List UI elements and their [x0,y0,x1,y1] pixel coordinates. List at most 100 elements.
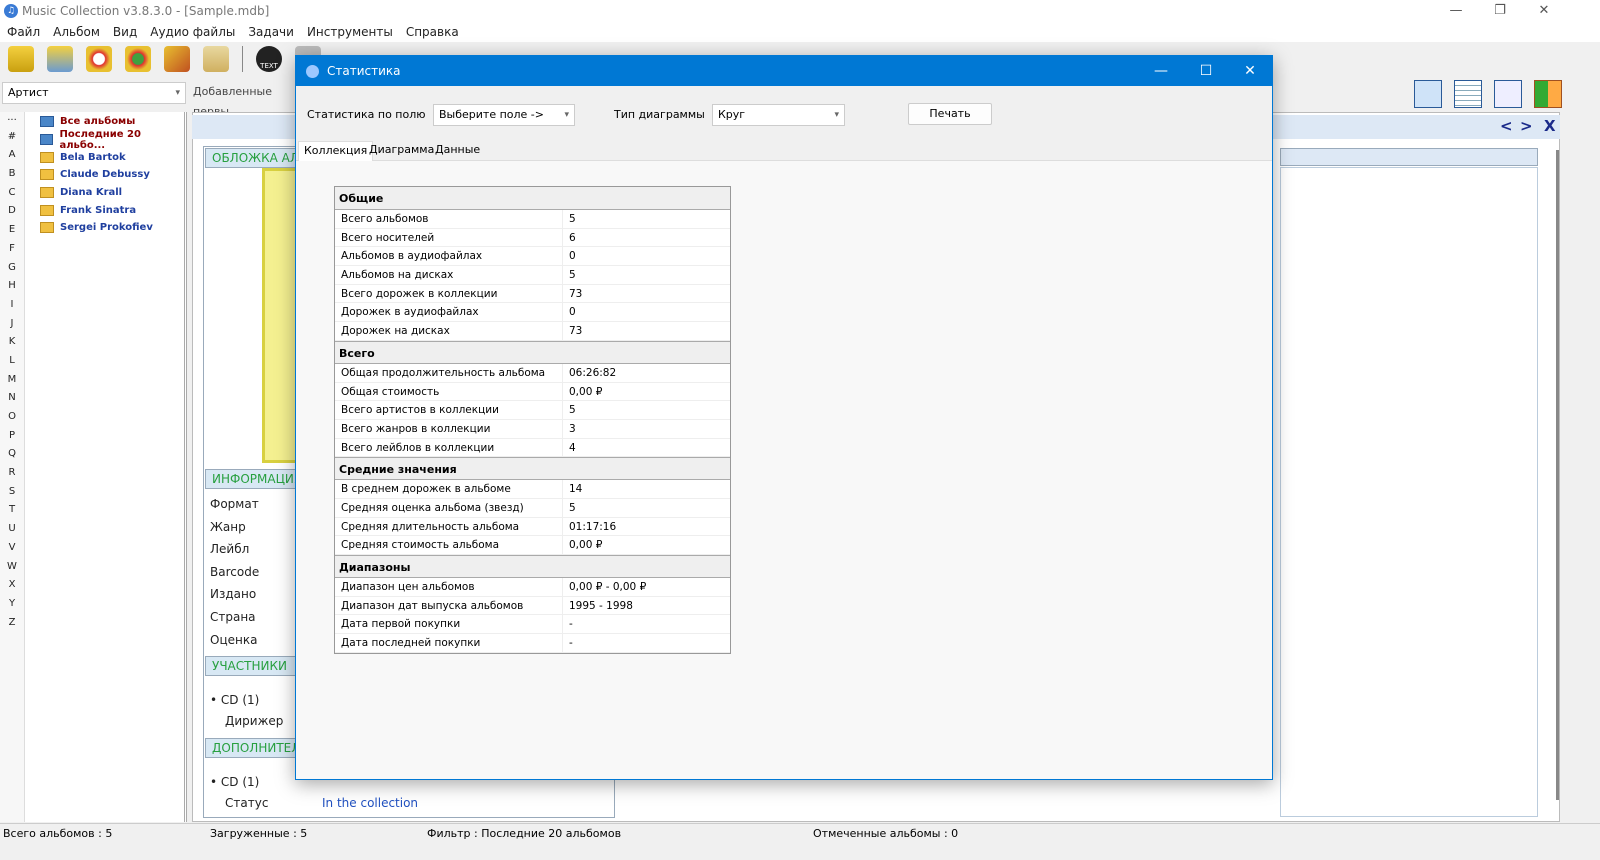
close-button[interactable]: ✕ [1522,0,1566,22]
menu-tasks[interactable]: Задачи [248,25,294,39]
stats-value: 5 [569,269,576,282]
folder-icon [40,187,54,199]
restore-icon[interactable] [125,46,151,72]
status-label: Статус [225,796,269,810]
stats-row: Дорожек на дисках 73 [335,322,730,341]
view-table-icon[interactable] [1454,80,1482,108]
stats-row: Всего носителей 6 [335,228,730,248]
repair-icon[interactable] [164,46,190,72]
alphabet-letter[interactable]: U [0,523,24,542]
alphabet-letter[interactable]: D [0,205,24,224]
alphabet-letter[interactable]: F [0,243,24,262]
alphabet-letter[interactable]: I [0,299,24,318]
alphabet-letter[interactable]: G [0,262,24,281]
tree-node[interactable]: Bela Bartok [25,148,184,166]
tree-node[interactable]: Последние 20 альбо... [25,129,184,151]
properties-icon[interactable] [203,46,229,72]
details-header-bar [1280,148,1538,166]
alphabet-letter[interactable]: S [0,486,24,505]
stats-key: Средняя оценка альбома (звезд) [335,498,563,517]
tree-node[interactable]: Sergei Prokofiev [25,219,184,237]
alphabet-letter[interactable]: B [0,168,24,187]
stats-row: Альбомов в аудиофайлах 0 [335,247,730,267]
stats-key: Диапазон дат выпуска альбомов [335,596,563,615]
extra-disc-label: CD (1) [220,775,260,789]
tab-data[interactable]: Данные [435,143,480,156]
chevron-down-icon: ▾ [175,88,180,98]
alphabet-letter[interactable]: W [0,561,24,580]
alphabet-letter[interactable]: K [0,336,24,355]
tree-node[interactable]: Diana Krall [25,184,184,202]
stats-row: Всего альбомов 5 [335,210,730,229]
menu-audio-files[interactable]: Аудио файлы [150,25,235,39]
scrollbar[interactable] [1556,150,1559,800]
backup-icon[interactable] [86,46,112,72]
chart-type-label: Тип диаграммы [614,108,705,121]
stats-row: Всего жанров в коллекции 3 [335,419,730,439]
alphabet-letter[interactable]: J [0,318,24,337]
collection-tree: Все альбомы Последние 20 альбо... Bela Bar… [25,112,187,822]
alphabet-letter[interactable]: X [0,579,24,598]
alphabet-letter[interactable]: ... [0,112,24,131]
alphabet-letter[interactable]: M [0,374,24,393]
field-select[interactable]: Артист ▾ [2,82,186,104]
tree-node[interactable]: Frank Sinatra [25,201,184,219]
group-select[interactable]: Добавленные первы [188,82,308,118]
alphabet-letter[interactable]: N [0,392,24,411]
text-export-icon[interactable]: TEXT [256,46,282,72]
menu-help[interactable]: Справка [406,25,459,39]
menu-tools[interactable]: Инструменты [307,25,393,39]
alphabet-letter[interactable]: V [0,542,24,561]
dialog-close-button[interactable]: ✕ [1228,56,1272,86]
title-bar: ♫ Music Collection v3.8.3.0 - [Sample.md… [0,0,1600,22]
status-bar: Всего альбомов : 5 Загруженные : 5 Фильт… [0,823,1600,843]
alphabet-letter[interactable]: R [0,467,24,486]
menu-album[interactable]: Альбом [53,25,100,39]
new-database-icon[interactable] [8,46,34,72]
alphabet-letter[interactable]: P [0,430,24,449]
alphabet-letter[interactable]: # [0,131,24,150]
statistics-table: Общие Всего альбомов 5 Всего носителей 6 Альб… [334,186,731,654]
tab-chart[interactable]: Диаграмма [369,143,434,156]
print-button[interactable]: Печать [908,103,992,125]
stats-key: Дорожек в аудиофайлах [335,303,563,322]
prev-button[interactable]: < [1500,117,1513,135]
dialog-title-bar: Статистика — ☐ ✕ [296,56,1272,86]
alphabet-letter[interactable]: Z [0,617,24,636]
dialog-minimize-button[interactable]: — [1139,56,1183,86]
tab-collection[interactable]: Коллекция [298,141,374,161]
extra-section-header: ДОПОЛНИТЕЛЬНО [205,738,300,758]
stats-key: Диапазон цен альбомов [335,578,563,596]
alphabet-letter[interactable]: Q [0,448,24,467]
view-grid-icon[interactable] [1494,80,1522,108]
close-details-button[interactable]: X [1544,117,1556,135]
info-field-label: Формат [210,497,259,511]
open-database-icon[interactable] [47,46,73,72]
status-value: In the collection [322,796,419,810]
stats-row: В среднем дорожек в альбоме 14 [335,480,730,499]
view-shelf-icon[interactable] [1534,80,1562,108]
alphabet-letter[interactable]: O [0,411,24,430]
chevron-down-icon: ▾ [564,110,569,120]
view-details-icon[interactable] [1414,80,1442,108]
info-field-label: Оценка [210,632,258,647]
alphabet-letter[interactable]: L [0,355,24,374]
menu-view[interactable]: Вид [113,25,137,39]
stats-value: 5 [569,404,576,417]
next-button[interactable]: > [1520,117,1533,135]
tree-node-label: Diana Krall [60,187,123,199]
tree-node[interactable]: Claude Debussy [25,166,184,184]
maximize-button[interactable]: ❐ [1478,0,1522,22]
alphabet-letter[interactable]: Y [0,598,24,617]
alphabet-letter[interactable]: E [0,224,24,243]
minimize-button[interactable]: — [1434,0,1478,22]
alphabet-letter[interactable]: A [0,149,24,168]
menu-file[interactable]: Файл [7,25,40,39]
stat-field-select[interactable]: Выберите поле -> ▾ [433,104,575,126]
alphabet-letter[interactable]: C [0,187,24,206]
alphabet-letter[interactable]: T [0,504,24,523]
chart-type-select[interactable]: Круг ▾ [712,104,845,126]
alphabet-letter[interactable]: H [0,280,24,299]
tree-node-label: Frank Sinatra [60,204,137,216]
dialog-maximize-button[interactable]: ☐ [1184,56,1228,86]
